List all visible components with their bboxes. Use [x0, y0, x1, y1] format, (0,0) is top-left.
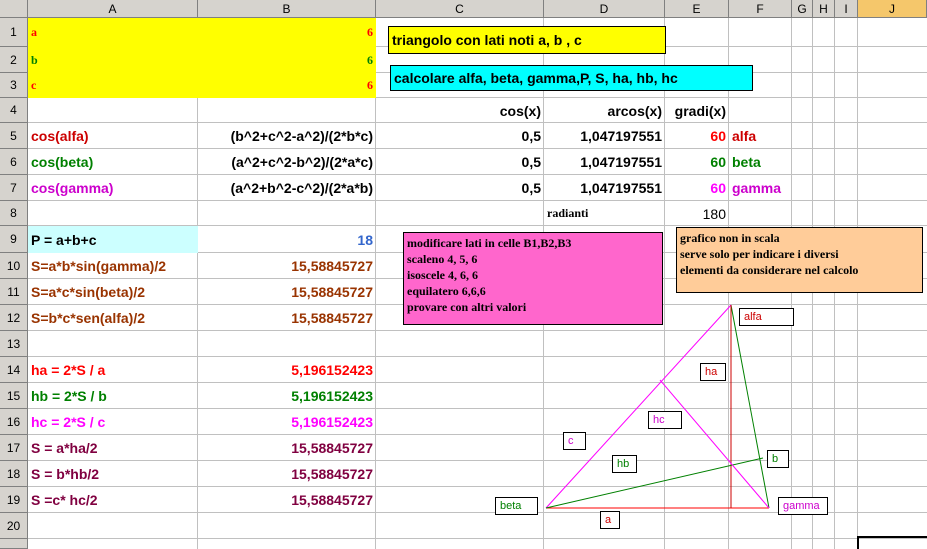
diagram-label-hb[interactable]: hb: [612, 455, 637, 473]
height-hb: [545, 457, 764, 509]
diagram-label-alfa[interactable]: alfa: [739, 308, 794, 326]
active-cell-cursor[interactable]: [857, 536, 927, 549]
diagram-label-beta[interactable]: beta: [495, 497, 538, 515]
side-b: [730, 304, 770, 509]
height-hc: [659, 379, 770, 509]
diagram-label-gamma[interactable]: gamma: [778, 497, 828, 515]
diagram-label-ha[interactable]: ha: [700, 363, 726, 381]
side-c: [545, 304, 732, 509]
spreadsheet: A B C D E F G H I J 1 2 3 4 5 6 7 8 9 10…: [0, 0, 927, 549]
diagram-label-c[interactable]: c: [563, 432, 586, 450]
diagram-label-b[interactable]: b: [767, 450, 789, 468]
diagram-label-a[interactable]: a: [600, 511, 620, 529]
diagram-label-hc[interactable]: hc: [648, 411, 682, 429]
